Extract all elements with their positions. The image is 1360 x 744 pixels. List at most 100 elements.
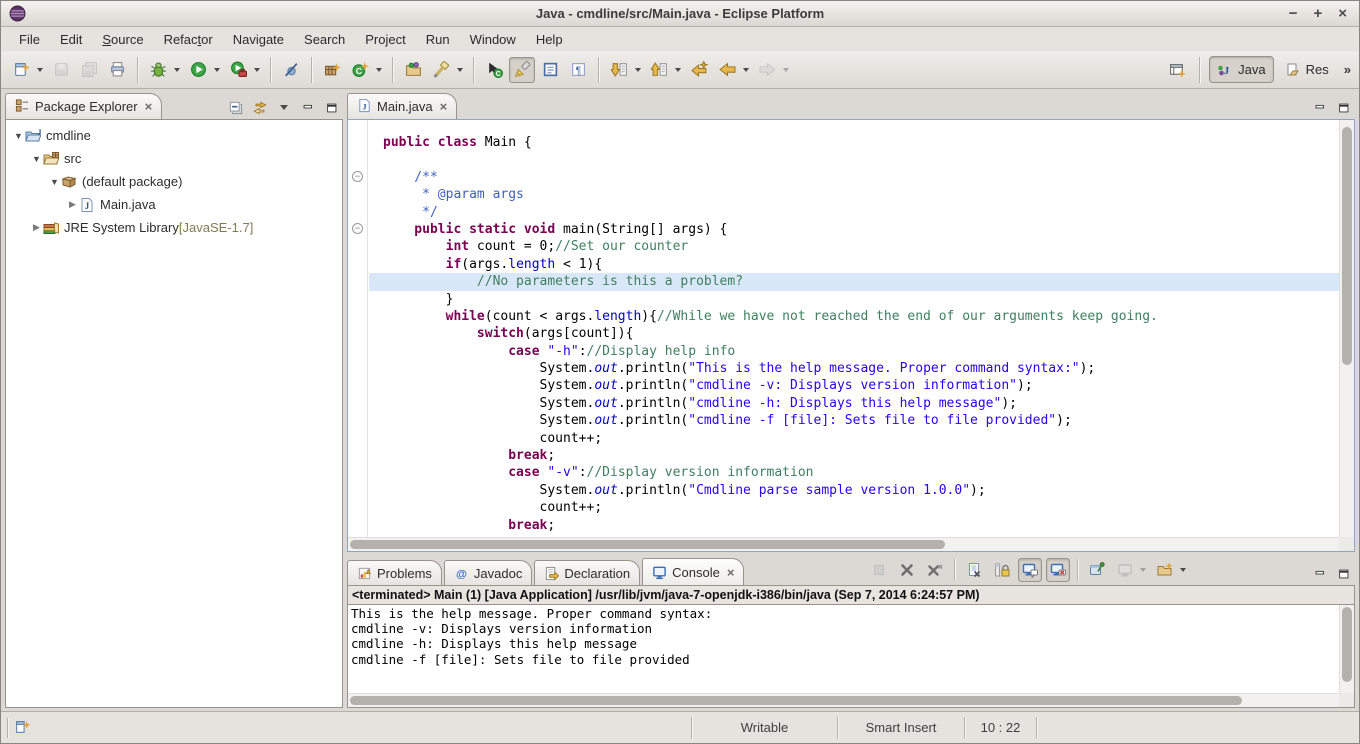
tree-item-main-java[interactable]: ▶JMain.java (6, 193, 342, 216)
fast-view-icon[interactable] (14, 718, 31, 738)
back-dropdown[interactable] (740, 57, 752, 83)
minimize-view-icon[interactable] (1312, 566, 1327, 581)
menu-edit[interactable]: Edit (50, 30, 92, 49)
tree-item-cmdline[interactable]: ▼Jcmdline (6, 124, 342, 147)
scrollbar-thumb[interactable] (350, 540, 945, 549)
collapse-fold-icon[interactable]: − (352, 171, 363, 182)
collapse-fold-icon[interactable]: − (352, 223, 363, 234)
scroll-lock-button[interactable] (990, 558, 1014, 582)
mark-occurrences-button[interactable] (509, 57, 535, 83)
scrollbar-thumb[interactable] (1342, 127, 1352, 365)
menu-refactor[interactable]: Refactor (154, 30, 223, 49)
next-annotation-dropdown[interactable] (632, 57, 644, 83)
pin-console-button[interactable] (1085, 558, 1109, 582)
tab-console[interactable]: Console× (642, 558, 744, 585)
expanded-arrow-icon[interactable]: ▼ (48, 177, 61, 187)
collapse-all-icon[interactable] (228, 100, 243, 115)
menu-file[interactable]: File (9, 30, 50, 49)
tab-declaration[interactable]: Declaration (534, 560, 640, 585)
last-edit-location-button[interactable] (686, 57, 712, 83)
tab-package-explorer[interactable]: Package Explorer × (5, 93, 162, 119)
forward-dropdown[interactable] (780, 57, 792, 83)
console-output-area[interactable]: This is the help message. Proper command… (347, 605, 1355, 708)
perspective-res-button[interactable]: Res (1277, 56, 1337, 83)
debug-button[interactable] (145, 57, 171, 83)
clear-console-button[interactable] (962, 558, 986, 582)
menu-navigate[interactable]: Navigate (223, 30, 294, 49)
expanded-arrow-icon[interactable]: ▼ (30, 154, 43, 164)
open-perspective-button[interactable] (1164, 57, 1190, 83)
new-wizard-button[interactable] (8, 57, 34, 83)
tree-item-src[interactable]: ▼src (6, 147, 342, 170)
view-menu-icon[interactable] (276, 100, 291, 115)
run-external-dropdown[interactable] (251, 57, 263, 83)
collapsed-arrow-icon[interactable]: ▶ (30, 222, 43, 233)
tab-main-java[interactable]: J Main.java × (347, 93, 457, 119)
show-stdout-button[interactable] (1018, 558, 1042, 582)
editor-vertical-scrollbar[interactable] (1339, 120, 1354, 537)
code-text[interactable]: public class Main { /** * @param args */… (369, 120, 1339, 537)
prev-annotation-button[interactable] (646, 57, 672, 83)
scrollbar-thumb[interactable] (350, 696, 1242, 705)
run-button[interactable] (185, 57, 211, 83)
show-selected-only-button[interactable] (537, 57, 563, 83)
forward-button[interactable] (754, 57, 780, 83)
minimize-window-button[interactable]: − (1289, 6, 1298, 21)
menu-run[interactable]: Run (416, 30, 460, 49)
save-all-button[interactable] (76, 57, 102, 83)
menu-help[interactable]: Help (526, 30, 573, 49)
back-button[interactable] (714, 57, 740, 83)
show-whitespace-button[interactable]: ¶ (565, 57, 591, 83)
perspective-overflow-chevron[interactable]: » (1340, 62, 1353, 77)
display-console-button[interactable] (1113, 558, 1137, 582)
minimize-view-icon[interactable] (300, 100, 315, 115)
maximize-view-icon[interactable] (324, 100, 339, 115)
console-vertical-scrollbar[interactable] (1339, 605, 1354, 693)
skip-breakpoints-button[interactable] (278, 57, 304, 83)
run-external-button[interactable] (225, 57, 251, 83)
link-with-editor-icon[interactable] (252, 100, 267, 115)
close-view-icon[interactable]: × (727, 565, 735, 580)
debug-dropdown[interactable] (171, 57, 183, 83)
console-horizontal-scrollbar[interactable] (348, 693, 1339, 707)
terminate-button[interactable] (867, 558, 891, 582)
tree-item--default-package-[interactable]: ▼(default package) (6, 170, 342, 193)
close-window-button[interactable]: × (1338, 6, 1347, 21)
search-button[interactable] (428, 57, 454, 83)
scrollbar-thumb[interactable] (1342, 607, 1352, 682)
new-class-dropdown[interactable] (373, 57, 385, 83)
maximize-editor-icon[interactable] (1336, 100, 1351, 115)
run-dropdown[interactable] (211, 57, 223, 83)
new-wizard-dropdown[interactable] (34, 57, 46, 83)
breadcrumb-button[interactable]: C (481, 57, 507, 83)
display-console-dropdown[interactable] (1137, 557, 1149, 583)
print-button[interactable] (104, 57, 130, 83)
collapsed-arrow-icon[interactable]: ▶ (66, 199, 79, 210)
code-editor[interactable]: − − public class Main { /** * @param args… (347, 119, 1355, 552)
save-button[interactable] (48, 57, 74, 83)
maximize-view-icon[interactable] (1336, 566, 1351, 581)
menu-search[interactable]: Search (294, 30, 355, 49)
search-dropdown[interactable] (454, 57, 466, 83)
prev-annotation-dropdown[interactable] (672, 57, 684, 83)
maximize-window-button[interactable]: + (1313, 6, 1322, 21)
open-console-dropdown[interactable] (1177, 557, 1189, 583)
remove-launch-button[interactable] (895, 558, 919, 582)
close-editor-icon[interactable]: × (440, 99, 448, 114)
new-class-button[interactable]: C (347, 57, 373, 83)
tree-item-jre-system-library[interactable]: ▶JRE System Library [JavaSE-1.7] (6, 216, 342, 239)
show-stderr-button[interactable] (1046, 558, 1070, 582)
menu-project[interactable]: Project (355, 30, 415, 49)
expanded-arrow-icon[interactable]: ▼ (12, 131, 25, 141)
editor-horizontal-scrollbar[interactable] (348, 537, 1339, 551)
menu-source[interactable]: Source (92, 30, 153, 49)
close-view-icon[interactable]: × (145, 99, 153, 114)
tab-problems[interactable]: Problems (347, 560, 442, 585)
minimize-editor-icon[interactable] (1312, 100, 1327, 115)
new-package-button[interactable] (319, 57, 345, 83)
menu-window[interactable]: Window (460, 30, 526, 49)
next-annotation-button[interactable] (606, 57, 632, 83)
open-type-button[interactable] (400, 57, 426, 83)
open-console-button[interactable] (1153, 558, 1177, 582)
tab-javadoc[interactable]: @Javadoc (444, 560, 532, 585)
